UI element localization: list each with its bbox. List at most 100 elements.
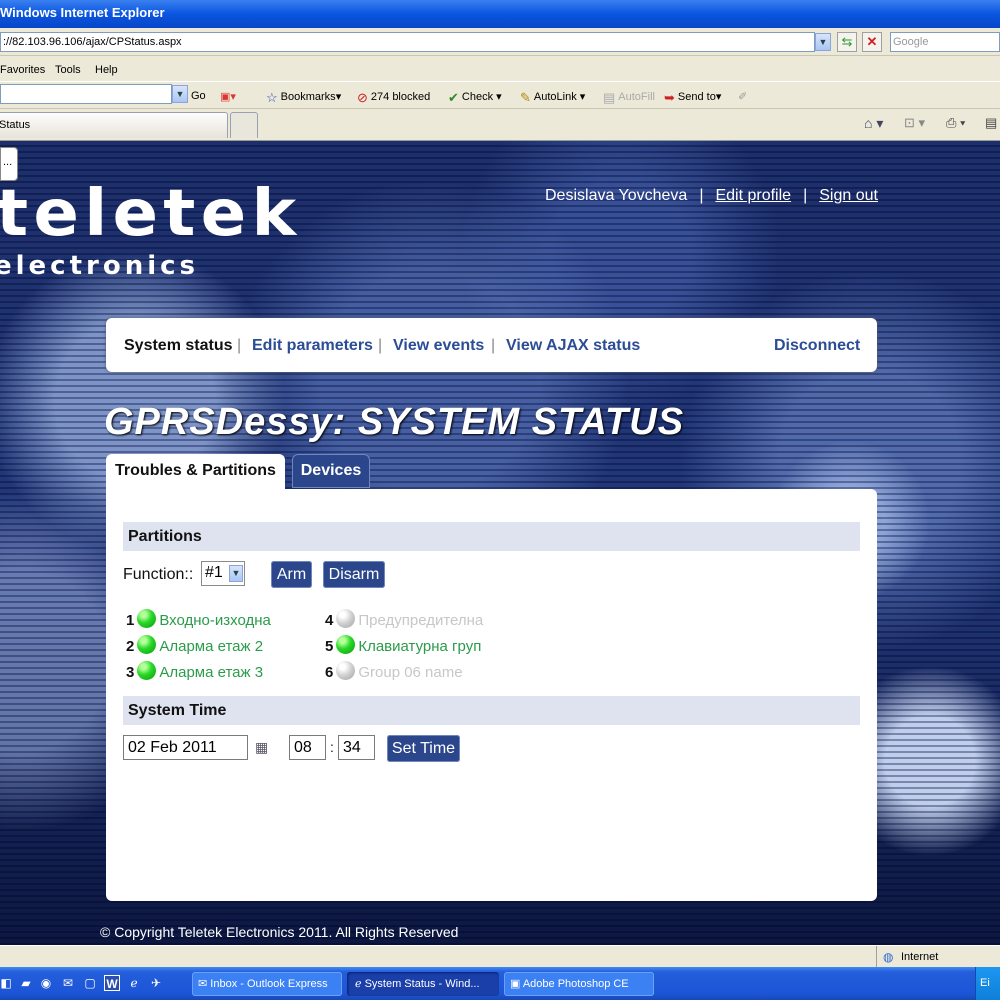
feeds-icon[interactable]: ⊡ ▾ <box>904 115 925 131</box>
explorer-icon[interactable]: ▰ <box>18 975 34 991</box>
autofill-icon: ▤ <box>603 90 616 105</box>
arm-button[interactable]: Arm <box>271 561 312 588</box>
function-select[interactable]: #1 ▼ <box>201 561 245 586</box>
user-name: Desislava Yovcheva <box>545 187 688 204</box>
tab-system-status[interactable]: Status <box>0 112 228 138</box>
taskbar-item-outlook[interactable]: ✉ Inbox - Outlook Express <box>192 972 342 996</box>
date-input[interactable]: 02 Feb 2011 <box>123 735 248 760</box>
sendto-button[interactable]: ➥ Send to▾ <box>664 90 721 106</box>
copyright-text: © Copyright Teletek Electronics 2011. Al… <box>100 924 459 940</box>
window-icon[interactable]: ▢ <box>82 975 98 991</box>
taskbar-item-system-status[interactable]: ℯ System Status - Wind... <box>347 972 499 996</box>
quicklaunch-more-icon[interactable]: ✈ <box>148 975 164 991</box>
nav-edit-parameters[interactable]: Edit parameters <box>252 337 373 355</box>
outlook-icon[interactable]: ✉ <box>60 975 76 991</box>
home-icon[interactable]: ⌂ ▾ <box>864 115 883 132</box>
partition-item[interactable]: 3 Аларма етаж 3 <box>126 661 263 681</box>
address-dropdown-button[interactable]: ▼ <box>815 33 831 51</box>
outlook-icon: ✉ <box>198 978 211 990</box>
partition-item[interactable]: 2 Аларма етаж 2 <box>126 635 263 655</box>
user-links: Desislava Yovcheva | Edit profile | Sign out <box>545 187 878 205</box>
photoshop-icon: ▣ <box>510 978 523 990</box>
tab-devices[interactable]: Devices <box>292 454 370 488</box>
edit-profile-link[interactable]: Edit profile <box>715 187 791 204</box>
pagerank-icon[interactable]: ▣▾ <box>220 90 236 103</box>
page-menu-icon[interactable]: ▤ <box>985 115 997 131</box>
browser-tab-row: Status ⌂ ▾ ⊡ ▾ ⎙ ▾ ▤ <box>0 109 1000 141</box>
menu-tools[interactable]: Tools <box>55 64 81 76</box>
show-desktop-icon[interactable]: ◧ <box>0 975 14 991</box>
nav-separator: | <box>237 337 242 354</box>
popup-blocker-icon: ⊘ <box>357 90 368 105</box>
status-led-icon <box>336 661 356 680</box>
time-colon: : <box>330 739 334 755</box>
nav-view-events[interactable]: View events <box>393 337 484 355</box>
new-tab-button[interactable] <box>230 112 258 138</box>
menu-favorites[interactable]: Favorites <box>0 64 45 76</box>
side-popup-box[interactable]: ... <box>0 147 18 181</box>
refresh-icon[interactable]: ⇆ <box>837 32 857 52</box>
tab-troubles-partitions[interactable]: Troubles & Partitions <box>106 454 285 490</box>
hour-input[interactable]: 08 <box>289 735 326 760</box>
autolink-button[interactable]: ✎ AutoLink ▾ <box>520 90 585 106</box>
nav-system-status[interactable]: System status <box>124 337 233 355</box>
status-divider <box>876 946 877 968</box>
ie-icon[interactable]: ℯ <box>126 975 142 991</box>
spellcheck-button[interactable]: ✔ Check ▾ <box>448 90 502 106</box>
search-input[interactable]: Google <box>890 32 1000 52</box>
set-time-button[interactable]: Set Time <box>387 735 460 762</box>
google-toolbar: ▼ Go ▣▾ ☆ Bookmarks▾ ⊘ 274 blocked ✔ Check … <box>0 81 1000 109</box>
print-icon[interactable]: ⎙ ▾ <box>946 115 965 131</box>
teletek-logo-subtitle: electronics <box>0 251 200 281</box>
menu-bar: Favorites Tools Help <box>0 57 1000 81</box>
minute-input[interactable]: 34 <box>338 735 375 760</box>
partition-item[interactable]: 6 Group 06 name <box>325 661 463 681</box>
autofill-button[interactable]: ▤ AutoFill <box>603 90 655 106</box>
main-nav: System status | Edit parameters | View e… <box>106 318 877 372</box>
nav-separator: | <box>491 337 496 354</box>
separator: | <box>803 187 808 204</box>
partition-item[interactable]: 4 Предупредителна <box>325 609 483 629</box>
sign-out-link[interactable]: Sign out <box>819 187 878 204</box>
sendto-icon: ➥ <box>664 90 675 105</box>
status-led-icon <box>137 661 157 680</box>
star-icon: ☆ <box>266 90 278 105</box>
toolbar-search-dropdown[interactable]: ▼ <box>172 85 188 103</box>
media-icon[interactable]: ◉ <box>38 975 54 991</box>
nav-view-ajax-status[interactable]: View AJAX status <box>506 337 640 355</box>
zone-label: Internet <box>901 951 939 963</box>
ie-icon: ℯ <box>355 978 365 990</box>
address-input[interactable]: ://82.103.96.106/ajax/CPStatus.aspx <box>0 32 815 52</box>
function-label: Function:: <box>123 566 194 583</box>
taskbar-item-photoshop[interactable]: ▣ Adobe Photoshop CE <box>504 972 654 996</box>
autolink-icon: ✎ <box>520 90 531 105</box>
browser-status-bar: ◍ Internet <box>0 945 1000 968</box>
calendar-icon[interactable]: ▦ <box>255 739 268 756</box>
toolbar-search-input[interactable] <box>0 84 172 104</box>
window-title-bar: Windows Internet Explorer <box>0 0 1000 28</box>
globe-icon: ◍ <box>883 950 894 964</box>
partition-item[interactable]: 1 Входно-изходна <box>126 609 271 629</box>
chevron-down-icon: ▼ <box>229 565 243 582</box>
partition-item[interactable]: 5 Клавиатурна груп <box>325 635 481 655</box>
teletek-logo-wordmark: teletek <box>0 177 302 251</box>
separator: | <box>699 187 704 204</box>
status-panel: Partitions Function:: #1 ▼ Arm Disarm 1В… <box>106 489 877 901</box>
partitions-heading: Partitions <box>123 522 860 551</box>
go-button[interactable]: Go <box>191 90 206 102</box>
spellcheck-icon: ✔ <box>448 90 459 105</box>
disarm-button[interactable]: Disarm <box>323 561 385 588</box>
nav-disconnect[interactable]: Disconnect <box>774 337 860 355</box>
popup-blocked-button[interactable]: ⊘ 274 blocked <box>357 90 430 106</box>
stop-icon[interactable]: ✕ <box>862 32 882 52</box>
word-icon[interactable]: W <box>104 975 120 991</box>
system-tray: Ei <box>975 967 1000 1000</box>
status-led-icon <box>336 635 356 654</box>
menu-help[interactable]: Help <box>95 64 118 76</box>
language-indicator[interactable]: Ei <box>980 977 990 989</box>
settings-wrench-icon[interactable]: ✐ <box>738 90 747 103</box>
window-title: Windows Internet Explorer <box>0 5 165 20</box>
status-led-icon <box>336 609 356 628</box>
address-bar-row: ://82.103.96.106/ajax/CPStatus.aspx ▼ ⇆ … <box>0 28 1000 56</box>
bookmarks-button[interactable]: ☆ Bookmarks▾ <box>266 90 341 106</box>
